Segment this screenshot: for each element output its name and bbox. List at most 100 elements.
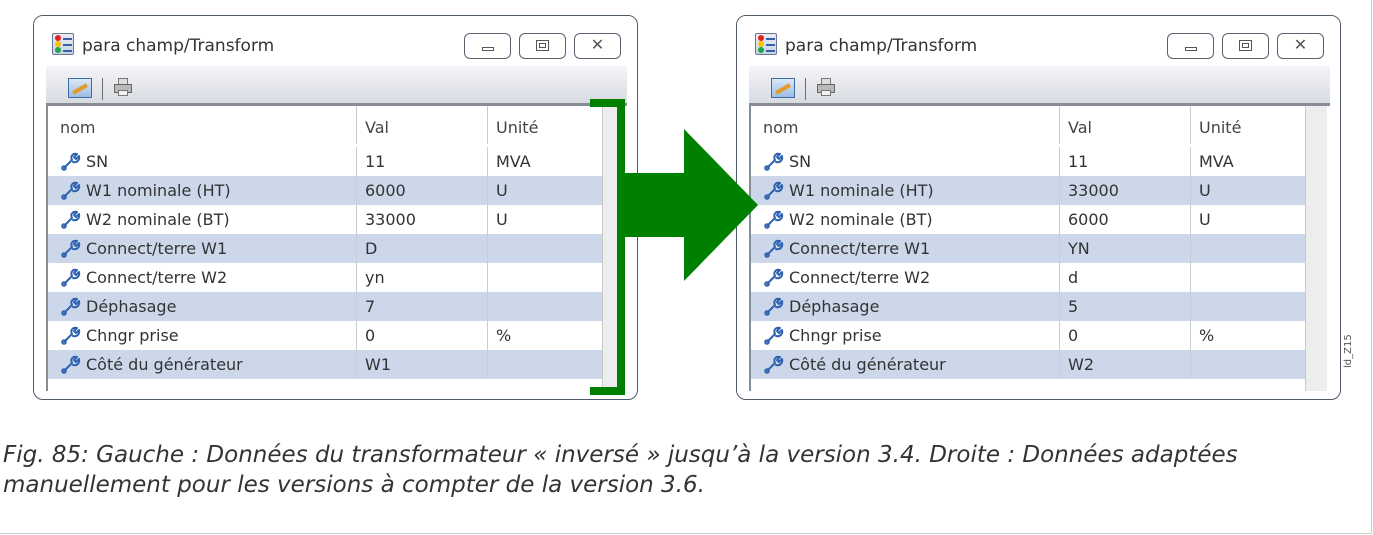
minimize-button[interactable]	[464, 33, 511, 59]
param-name: W2 nominale (BT)	[86, 210, 230, 229]
table-row[interactable]: Côté du générateur W1	[48, 350, 602, 379]
table-row[interactable]: Déphasage 7	[48, 292, 602, 321]
param-value[interactable]: W2	[1060, 350, 1191, 379]
wrench-icon	[764, 181, 784, 200]
param-unit: %	[1199, 326, 1215, 345]
param-name-cell: Connect/terre W2	[751, 263, 1060, 292]
param-name-cell: Connect/terre W2	[48, 263, 357, 292]
table-row[interactable]: W2 nominale (BT) 33000 U	[48, 205, 602, 234]
param-name: W1 nominale (HT)	[789, 181, 934, 200]
param-value[interactable]: YN	[1060, 234, 1191, 263]
close-button[interactable]: ✕	[574, 33, 621, 59]
wrench-icon	[61, 326, 81, 345]
param-name: Déphasage	[86, 297, 177, 316]
app-icon	[52, 33, 74, 55]
table-row[interactable]: W1 nominale (HT) 6000 U	[48, 176, 602, 205]
param-name: SN	[789, 152, 812, 171]
table-row[interactable]: W1 nominale (HT) 33000 U	[751, 176, 1305, 205]
param-name: Chngr prise	[789, 326, 882, 345]
window-title: para champ/Transform	[785, 36, 978, 56]
right-scrollbar[interactable]	[1305, 106, 1327, 391]
param-value[interactable]: 0	[357, 321, 488, 350]
param-name: Connect/terre W1	[86, 239, 228, 258]
param-unit: MVA	[1199, 152, 1234, 171]
table-row[interactable]: Connect/terre W2 d	[751, 263, 1305, 292]
param-value[interactable]: 0	[1060, 321, 1191, 350]
right-toolbar	[749, 66, 1330, 106]
param-value[interactable]: 33000	[357, 205, 488, 234]
param-value[interactable]: 11	[1060, 147, 1191, 176]
param-name-cell: Chngr prise	[48, 321, 357, 350]
wrench-icon	[61, 152, 81, 171]
table-row[interactable]: Connect/terre W2 yn	[48, 263, 602, 292]
right-window: para champ/Transform ✕ nom Val Unité SN 11 MV…	[736, 15, 1341, 400]
column-header-nom[interactable]: nom	[751, 106, 1060, 144]
param-unit: %	[496, 326, 512, 345]
param-name-cell: W1 nominale (HT)	[751, 176, 1060, 205]
param-name: W1 nominale (HT)	[86, 181, 231, 200]
figure-caption: Fig. 85: Gauche : Données du transformat…	[3, 442, 1238, 498]
param-value[interactable]: 5	[1060, 292, 1191, 321]
param-name-cell: Connect/terre W1	[751, 234, 1060, 263]
param-unit	[488, 350, 602, 379]
param-name-cell: W2 nominale (BT)	[48, 205, 357, 234]
param-name: Connect/terre W2	[789, 268, 931, 287]
wrench-icon	[61, 297, 81, 316]
table-row[interactable]: SN 11 MVA	[48, 147, 602, 176]
column-header-unite[interactable]: Unité	[1191, 106, 1305, 144]
param-value[interactable]: 7	[357, 292, 488, 321]
edit-parameters-icon[interactable]	[771, 78, 795, 98]
param-name-cell: Déphasage	[48, 292, 357, 321]
wrench-icon	[764, 355, 784, 374]
column-header-val[interactable]: Val	[357, 106, 488, 144]
table-row[interactable]: Côté du générateur W2	[751, 350, 1305, 379]
wrench-icon	[61, 210, 81, 229]
table-row[interactable]: Déphasage 5	[751, 292, 1305, 321]
param-unit: U	[1199, 210, 1211, 229]
param-value[interactable]: 11	[357, 147, 488, 176]
param-value[interactable]: 6000	[1060, 205, 1191, 234]
wrench-icon	[764, 152, 784, 171]
param-value[interactable]: d	[1060, 263, 1191, 292]
param-name-cell: Côté du générateur	[751, 350, 1060, 379]
param-unit: U	[496, 181, 508, 200]
param-unit	[1191, 292, 1305, 321]
table-row[interactable]: W2 nominale (BT) 6000 U	[751, 205, 1305, 234]
wrench-icon	[61, 355, 81, 374]
wrench-icon	[61, 181, 81, 200]
wrench-icon	[764, 326, 784, 345]
param-unit	[488, 263, 602, 292]
param-name-cell: Côté du générateur	[48, 350, 357, 379]
close-button[interactable]: ✕	[1277, 33, 1324, 59]
toolbar-separator	[102, 78, 103, 100]
toolbar-separator	[805, 78, 806, 100]
printer-icon[interactable]	[817, 78, 835, 96]
image-id-label: ld_Z15	[1343, 334, 1354, 368]
table-row[interactable]: Chngr prise 0%	[751, 321, 1305, 350]
printer-icon[interactable]	[114, 78, 132, 96]
minimize-button[interactable]	[1167, 33, 1214, 59]
param-value[interactable]: D	[357, 234, 488, 263]
restore-button[interactable]	[1222, 33, 1269, 59]
param-name: SN	[86, 152, 109, 171]
param-name: Connect/terre W2	[86, 268, 228, 287]
column-header-val[interactable]: Val	[1060, 106, 1191, 144]
table-row[interactable]: SN 11 MVA	[751, 147, 1305, 176]
table-row[interactable]: Chngr prise 0%	[48, 321, 602, 350]
param-value[interactable]: W1	[357, 350, 488, 379]
table-row[interactable]: Connect/terre W1 YN	[751, 234, 1305, 263]
table-row[interactable]: Connect/terre W1 D	[48, 234, 602, 263]
table-header: nom Val Unité	[751, 106, 1305, 144]
param-unit	[1191, 234, 1305, 263]
param-value[interactable]: 33000	[1060, 176, 1191, 205]
param-name: Déphasage	[789, 297, 880, 316]
param-unit	[1191, 350, 1305, 379]
restore-button[interactable]	[519, 33, 566, 59]
table-header: nom Val Unité	[48, 106, 602, 144]
column-header-unite[interactable]: Unité	[488, 106, 602, 144]
param-value[interactable]: 6000	[357, 176, 488, 205]
left-scrollbar[interactable]	[602, 106, 624, 391]
param-value[interactable]: yn	[357, 263, 488, 292]
edit-parameters-icon[interactable]	[68, 78, 92, 98]
column-header-nom[interactable]: nom	[48, 106, 357, 144]
